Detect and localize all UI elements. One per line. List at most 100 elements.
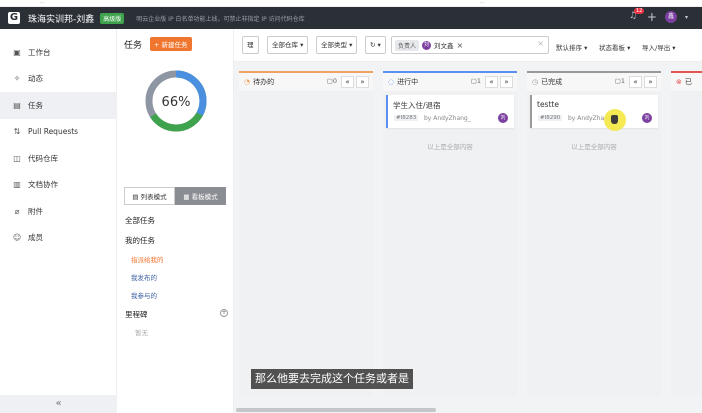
board-status-label: 状态看板: [599, 44, 625, 52]
logo-icon[interactable]: G: [8, 12, 20, 24]
history-dropdown[interactable]: ↻ ▾: [365, 36, 386, 54]
task-card[interactable]: testte #I8290 by AndyZhang_ 刘: [530, 95, 658, 128]
task-title[interactable]: testte: [537, 100, 559, 109]
task-title[interactable]: 学生入住/退宿: [393, 100, 441, 111]
collapse-left-button[interactable]: «: [341, 76, 354, 88]
sidebar-item-label: 工作台: [28, 47, 51, 57]
board-mode-button[interactable]: ▦ 看板模式: [175, 187, 226, 205]
chevron-down-icon: ▾: [347, 41, 353, 49]
assigned-to-me-link[interactable]: 指派给我的: [131, 254, 164, 264]
column-title: 已: [684, 78, 692, 86]
chevron-down-icon: ▾: [298, 41, 304, 49]
column-header: ◔ 待办的 ▢0 «»: [239, 71, 373, 91]
repo-filter-label: 全部仓库: [272, 41, 298, 49]
published-by-me-link[interactable]: 我发布的: [131, 272, 157, 282]
column-title: 待办的: [253, 78, 275, 86]
task-icon: ▤: [13, 100, 21, 110]
attachment-icon: ⌀: [14, 206, 20, 216]
app-title[interactable]: 珠海实训邦-刘鑫: [28, 12, 94, 25]
column-done: ◷ 已完成 ▢1 «» testte #I8290 by AndyZhang_ …: [527, 71, 661, 396]
sidebar-item-tasks[interactable]: ▤ 任务: [0, 92, 116, 119]
avatar[interactable]: 刘: [498, 113, 508, 123]
kanban-board: ◔ 待办的 ▢0 «» ◌ 进行中 ▢1 «» 学生入住/退宿 #I8283 b…: [234, 62, 702, 413]
sidebar-item-docs[interactable]: ▥ 文档协作: [0, 172, 116, 199]
chevron-down-icon[interactable]: ▾: [685, 14, 688, 21]
pull-request-icon: ⇅: [13, 127, 21, 137]
sidebar-item-members[interactable]: ☺ 成员: [0, 225, 116, 252]
column-header: ◌ 进行中 ▢1 «»: [383, 71, 517, 91]
column-count: ▢0: [326, 77, 337, 85]
column-in-progress: ◌ 进行中 ▢1 «» 学生入住/退宿 #I8283 by AndyZhang_…: [383, 71, 517, 396]
type-filter-label: 全部类型: [321, 41, 347, 49]
column-closed: ⊗ 已: [671, 71, 702, 396]
collapse-left-button[interactable]: «: [629, 76, 642, 88]
task-card[interactable]: 学生入住/退宿 #I8283 by AndyZhang_ 刘: [386, 95, 514, 128]
done-status-icon: ◷: [532, 78, 539, 86]
sort-label: 默认排序: [556, 44, 582, 52]
header-notice[interactable]: 明云企业版 IP 白名单功能上线，可禁止非指定 IP 访问代码仓库: [136, 14, 304, 23]
avatar[interactable]: 刘: [642, 113, 652, 123]
chevron-down-icon: ▾: [670, 44, 676, 52]
sidebar-item-label: 文档协作: [28, 180, 58, 190]
column-header: ◷ 已完成 ▢1 «»: [527, 71, 661, 91]
top-strip-left-text: …: [40, 0, 45, 5]
new-task-button[interactable]: + 新建任务: [150, 37, 192, 51]
clear-filter-icon[interactable]: ×: [537, 39, 544, 48]
sidebar-collapse-button[interactable]: «: [0, 395, 117, 413]
chevron-down-icon: ▾: [375, 41, 381, 49]
cursor-highlight: [604, 109, 626, 131]
collapse-left-button[interactable]: «: [485, 76, 498, 88]
sidebar-item-label: 成员: [28, 233, 43, 243]
collapse-right-button[interactable]: »: [356, 76, 369, 88]
column-title: 已完成: [541, 78, 563, 86]
add-icon[interactable]: +: [647, 11, 657, 23]
sidebar-item-pull-requests[interactable]: ⇅ Pull Requests: [0, 119, 116, 146]
list-mode-label: 列表模式: [140, 193, 167, 201]
repo-icon: ◫: [13, 153, 21, 163]
sidebar: ▣ 工作台 ✧ 动态 ▤ 任务 ⇅ Pull Requests ◫ 代码仓库 ▥ 文档协作 …: [0, 29, 117, 413]
closed-status-icon: ⊗: [676, 78, 682, 86]
column-count: ▢1: [470, 77, 481, 85]
view-toggle-button[interactable]: 理: [242, 36, 259, 54]
workbench-icon: ▣: [13, 47, 21, 57]
type-filter-dropdown[interactable]: 全部类型 ▾: [316, 36, 358, 54]
list-mode-button[interactable]: ▤ 列表模式: [124, 187, 175, 205]
chevron-down-icon: ▾: [625, 44, 631, 52]
progress-percent: 66%: [162, 95, 191, 110]
collapse-right-button[interactable]: »: [500, 76, 513, 88]
horizontal-scrollbar[interactable]: [236, 408, 436, 412]
all-tasks-link[interactable]: 全部任务: [125, 215, 155, 226]
sort-dropdown[interactable]: 默认排序 ▾: [556, 42, 587, 52]
participated-link[interactable]: 我参与的: [131, 290, 157, 300]
remove-assignee-icon[interactable]: ×: [457, 41, 464, 50]
repo-filter-dropdown[interactable]: 全部仓库 ▾: [267, 36, 309, 54]
my-tasks-heading: 我的任务: [125, 236, 155, 245]
board-status-dropdown[interactable]: 状态看板 ▾: [599, 42, 630, 52]
assignee-filter[interactable]: 负责人 刘 刘文鑫 × ×: [391, 36, 549, 54]
task-id: #I8283: [394, 115, 419, 121]
sidebar-item-workbench[interactable]: ▣ 工作台: [0, 39, 116, 66]
collapse-right-button[interactable]: »: [644, 76, 657, 88]
app-header: G 珠海实训邦-刘鑫 高级版 明云企业版 IP 白名单功能上线，可禁止非指定 I…: [0, 7, 702, 29]
column-count: ▢1: [614, 77, 625, 85]
add-milestone-icon[interactable]: +: [220, 309, 228, 317]
todo-status-icon: ◔: [244, 78, 251, 86]
column-todo: ◔ 待办的 ▢0 «»: [239, 71, 373, 396]
sidebar-item-label: 附件: [28, 206, 43, 216]
sidebar-item-activity[interactable]: ✧ 动态: [0, 66, 116, 93]
column-end-text: 以上是全部内容: [571, 143, 617, 151]
user-avatar[interactable]: 鑫: [664, 11, 677, 23]
doc-icon: ▥: [13, 180, 21, 190]
board-toolbar: 理 全部仓库 ▾ 全部类型 ▾ ↻ ▾ 负责人 刘 刘文鑫 × × 默认排序 ▾…: [234, 29, 702, 62]
sidebar-item-label: 代码仓库: [28, 153, 58, 163]
sidebar-item-attachments[interactable]: ⌀ 附件: [0, 198, 116, 225]
notification-bell-icon[interactable]: ♫ 12: [629, 8, 645, 23]
in-progress-status-icon: ◌: [388, 78, 395, 86]
column-title: 进行中: [397, 78, 419, 86]
task-author: by AndyZhang_: [424, 115, 471, 122]
import-export-label: 导入/导出: [642, 44, 671, 52]
sidebar-item-repo[interactable]: ◫ 代码仓库: [0, 145, 116, 172]
browser-top-strip: … …: [0, 0, 702, 7]
tasks-panel: 任务 + 新建任务 66% ▤ 列表模式 ▦ 看板模式 全部任务 我的任务 指派…: [117, 29, 234, 413]
import-export-dropdown[interactable]: 导入/导出 ▾: [642, 42, 676, 52]
